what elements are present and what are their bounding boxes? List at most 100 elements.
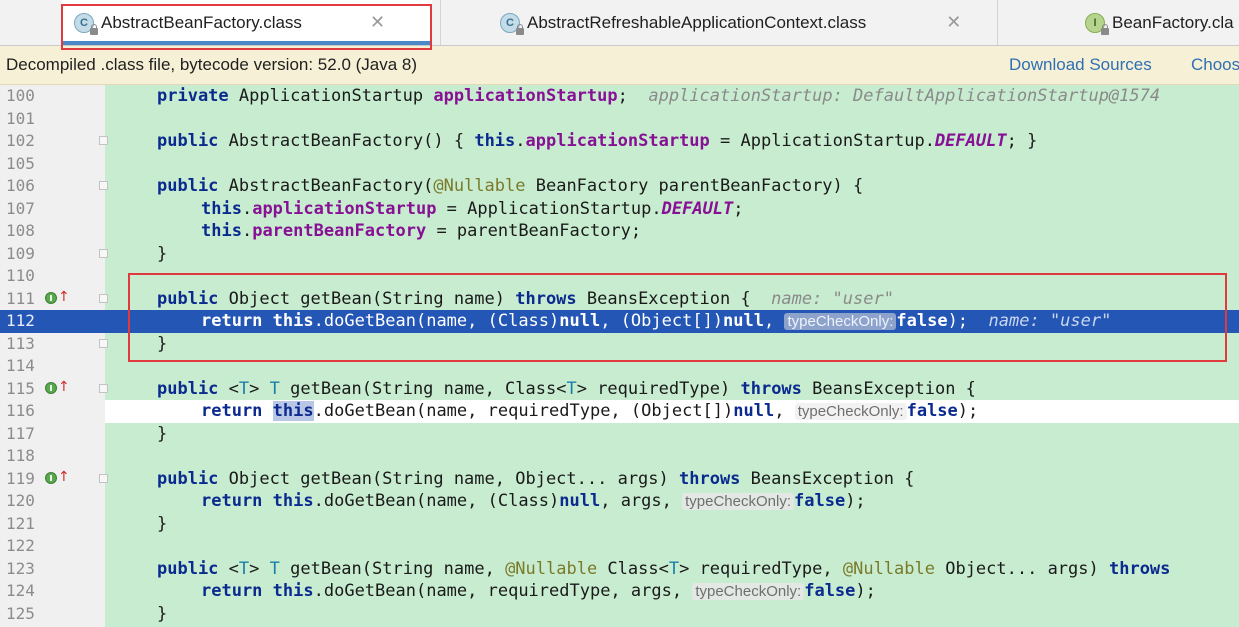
- keyword: false: [906, 401, 958, 421]
- static-field: DEFAULT: [934, 131, 1007, 151]
- line-number: 116: [6, 401, 35, 420]
- code-line: 120 return this.doGetBean(name, (Class)n…: [0, 490, 1239, 513]
- code-text: }: [157, 334, 167, 354]
- line-number: 107: [6, 198, 35, 218]
- keyword: false: [804, 581, 856, 601]
- keyword: public: [157, 176, 219, 196]
- code-text: return this.doGetBean(name, (Class)null,…: [201, 491, 866, 511]
- type-parameter: T: [566, 378, 577, 399]
- fold-marker-icon[interactable]: [99, 338, 108, 348]
- code-line: 108 this.parentBeanFactory = parentBeanF…: [0, 220, 1239, 243]
- code-token: .doGetBean(name, (Class): [313, 311, 560, 331]
- code-token: .: [515, 131, 526, 151]
- caret-line: 116 return this.doGetBean(name, required…: [0, 400, 1239, 423]
- code-text: this.parentBeanFactory = parentBeanFacto…: [201, 221, 641, 241]
- code-text: public AbstractBeanFactory() { this.appl…: [157, 131, 1037, 151]
- tab-bean-factory[interactable]: I BeanFactory.cla: [1085, 0, 1239, 45]
- code-token: );: [947, 311, 969, 331]
- line-number: 118: [6, 446, 35, 465]
- code-token: );: [957, 401, 979, 421]
- code-line: 102 public AbstractBeanFactory() { this.…: [0, 130, 1239, 153]
- line-number: 110: [6, 266, 35, 285]
- implements-method-icon[interactable]: [45, 291, 57, 304]
- fold-marker-icon[interactable]: [99, 248, 108, 258]
- code-token: > requiredType,: [679, 558, 843, 579]
- debug-value-hint: applicationStartup: DefaultApplicationSt…: [648, 86, 1161, 106]
- code-line: 125 }: [0, 603, 1239, 626]
- code-token: BeanFactory parentBeanFactory) {: [525, 176, 864, 196]
- code-text: this.applicationStartup = ApplicationSta…: [201, 199, 744, 219]
- code-line: 109 }: [0, 243, 1239, 266]
- code-line: 119 ↑ public Object getBean(String name,…: [0, 468, 1239, 491]
- fold-marker-icon[interactable]: [99, 473, 108, 483]
- keyword: null: [559, 311, 601, 331]
- code-token: }: [157, 603, 168, 624]
- lock-icon: [1101, 23, 1109, 35]
- code-token: AbstractBeanFactory(: [228, 176, 434, 196]
- code-line: 110: [0, 265, 1239, 288]
- code-token: BeansException {: [740, 468, 915, 489]
- code-line: 100 private ApplicationStartup applicati…: [0, 85, 1239, 108]
- keyword: false: [896, 311, 948, 331]
- fold-marker-icon[interactable]: [99, 383, 108, 393]
- line-number: 112: [6, 311, 35, 330]
- code-editor[interactable]: 100 private ApplicationStartup applicati…: [0, 85, 1239, 627]
- type-parameter: T: [238, 558, 250, 579]
- lock-icon: [90, 23, 98, 35]
- parameter-hint: typeCheckOnly:: [794, 403, 907, 420]
- choose-sources-link[interactable]: Choos: [1191, 55, 1239, 75]
- parameter-hint: typeCheckOnly:: [692, 583, 805, 600]
- code-line: 106 public AbstractBeanFactory(@Nullable…: [0, 175, 1239, 198]
- annotation: @Nullable: [433, 176, 526, 196]
- close-icon[interactable]: ✕: [946, 12, 961, 33]
- code-token: <: [218, 558, 239, 579]
- current-execution-line: 112 return this.doGetBean(name, (Class)n…: [0, 310, 1239, 333]
- code-line: 101: [0, 108, 1239, 131]
- line-number: 105: [6, 153, 35, 173]
- parameter-hint: typeCheckOnly:: [682, 493, 794, 510]
- tab-divider: [440, 0, 441, 45]
- keyword: public: [157, 378, 219, 399]
- code-text: public <T> T getBean(String name, Class<…: [157, 379, 976, 399]
- tab-divider: [997, 0, 998, 45]
- keyword: this: [272, 491, 314, 511]
- tab-abstract-bean-factory[interactable]: C AbstractBeanFactory.class ✕: [62, 0, 432, 45]
- up-arrow-icon: ↑: [58, 378, 70, 395]
- code-line: 114: [0, 355, 1239, 378]
- fold-marker-icon[interactable]: [99, 136, 108, 145]
- code-text: }: [157, 244, 167, 264]
- tab-abstract-refreshable-application-context[interactable]: C AbstractRefreshableApplicationContext.…: [500, 0, 995, 45]
- decompiled-notice-text: Decompiled .class file, bytecode version…: [6, 55, 418, 74]
- code-token: , (Object[]): [600, 311, 724, 331]
- keyword: throws: [679, 468, 741, 489]
- code-token: Object getBean(String name): [218, 288, 516, 309]
- code-token: Object getBean(String name, Object... ar…: [218, 468, 679, 489]
- code-text: }: [157, 514, 167, 534]
- close-icon[interactable]: ✕: [370, 12, 385, 33]
- code-token: AbstractBeanFactory(): [228, 131, 454, 151]
- tab-label: BeanFactory.cla: [1112, 12, 1234, 32]
- code-token: Object... args): [934, 558, 1109, 579]
- field-name: applicationStartup: [433, 86, 618, 106]
- code-token: getBean(String name,: [279, 558, 506, 579]
- debug-value-hint: name: "user": [988, 311, 1112, 331]
- code-token: .doGetBean(name, (Class): [313, 491, 560, 511]
- code-token: Class<: [597, 558, 669, 579]
- editor-tab-bar: C AbstractBeanFactory.class ✕ C Abstract…: [0, 0, 1239, 46]
- fold-marker-icon[interactable]: [99, 293, 108, 303]
- code-token: , args,: [600, 491, 683, 511]
- field-name: applicationStartup: [252, 198, 437, 219]
- keyword: return: [201, 311, 263, 331]
- line-number: 123: [6, 558, 35, 578]
- line-number: 117: [6, 423, 35, 443]
- implements-method-icon[interactable]: [45, 471, 57, 484]
- decompiled-notice-banner: Decompiled .class file, bytecode version…: [0, 46, 1239, 85]
- lock-icon: [516, 23, 524, 35]
- implements-method-icon[interactable]: [45, 381, 57, 394]
- field-name: parentBeanFactory: [252, 221, 427, 241]
- download-sources-link[interactable]: Download Sources: [1009, 55, 1152, 75]
- fold-marker-icon[interactable]: [99, 181, 108, 190]
- line-number: 121: [6, 513, 35, 533]
- keyword: false: [794, 491, 846, 511]
- line-number: 120: [6, 491, 35, 510]
